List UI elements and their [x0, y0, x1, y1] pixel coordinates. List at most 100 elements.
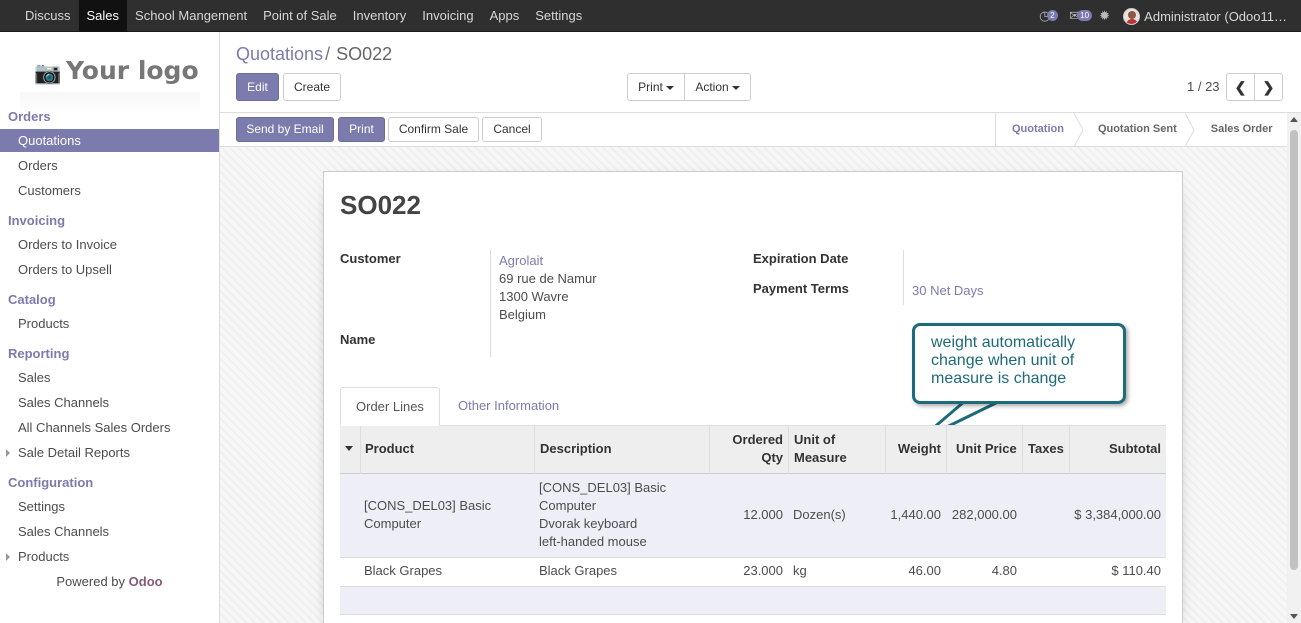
field-divider [490, 250, 491, 357]
sidebar-item-sales[interactable]: Sales [0, 366, 219, 389]
sidebar-item-products[interactable]: Products [0, 312, 219, 335]
debug-bug-icon[interactable]: ✹ [1099, 9, 1113, 23]
column-divider [360, 426, 361, 474]
column-divider [534, 426, 535, 474]
scrollbar-thumb[interactable] [1290, 130, 1298, 570]
pager-next-button[interactable]: ❯ [1254, 73, 1283, 101]
name-label: Name [340, 332, 376, 347]
messages-chat-icon[interactable]: ✉ 10 [1069, 9, 1093, 23]
menu-settings[interactable]: Settings [527, 0, 590, 32]
stage-sales-order[interactable]: Sales Order [1195, 113, 1291, 146]
sort-caret-icon[interactable] [345, 445, 355, 453]
column-header-unit-price[interactable]: Unit Price [956, 440, 1017, 458]
stage-arrow-divider [1184, 113, 1195, 147]
activity-count-badge: 2 [1047, 10, 1058, 21]
sidebar-section-invoicing: Invoicing [8, 213, 66, 228]
odoo-link[interactable]: Odoo [129, 574, 163, 589]
cell-subtotal: $ 3,384,000.00 [1074, 507, 1161, 522]
column-header-line: Measure [794, 450, 847, 465]
cancel-button[interactable]: Cancel [482, 117, 542, 142]
column-header-unit-of-measure[interactable]: Unit of Measure [794, 431, 847, 467]
payment-terms-link[interactable]: 30 Net Days [912, 283, 984, 298]
menu-discuss[interactable]: Discuss [17, 0, 79, 32]
scroll-down-icon[interactable] [1290, 614, 1298, 619]
scroll-up-icon[interactable] [1290, 117, 1298, 122]
camera-icon: 📷 [34, 60, 62, 85]
column-header-description[interactable]: Description [540, 440, 612, 458]
menu-inventory[interactable]: Inventory [345, 0, 414, 32]
customer-label: Customer [340, 251, 401, 266]
column-header-subtotal[interactable]: Subtotal [1072, 440, 1161, 458]
pager-previous-button[interactable]: ❮ [1226, 73, 1255, 101]
pager-value[interactable]: 1 / 23 [1187, 79, 1220, 94]
stage-quotation-sent[interactable]: Quotation Sent [1082, 113, 1195, 146]
sidebar-item-orders-to-invoice[interactable]: Orders to Invoice [0, 233, 219, 256]
column-header-ordered-qty[interactable]: Ordered Qty [712, 431, 783, 467]
sidebar-section-orders: Orders [8, 109, 51, 124]
cell-line: Computer [364, 516, 422, 531]
column-header-product[interactable]: Product [365, 440, 414, 458]
cell-description: Black Grapes [539, 563, 618, 578]
column-divider [1022, 426, 1023, 474]
sidebar-item-sale-detail-reports[interactable]: Sale Detail Reports [0, 441, 219, 464]
cell-product: [CONS_DEL03] Basic Computer [364, 497, 529, 533]
column-divider [1069, 426, 1070, 474]
sidebar-item-orders[interactable]: Orders [0, 154, 219, 177]
caret-down-icon [731, 85, 740, 90]
cell-line: Dvorak keyboard [539, 516, 638, 531]
record-title: SO022 [340, 190, 421, 220]
activity-clock-icon[interactable]: ◷ 2 [1039, 9, 1059, 23]
action-dropdown-label: Action [695, 80, 729, 94]
confirm-sale-button[interactable]: Confirm Sale [388, 117, 479, 142]
tab-other-information[interactable]: Other Information [443, 387, 574, 426]
cell-weight: 1,440.00 [890, 507, 941, 522]
sidebar-section-catalog: Catalog [8, 292, 56, 307]
cell-ordered-qty: 12.000 [743, 507, 783, 522]
sidebar-item-settings[interactable]: Settings [0, 495, 219, 518]
breadcrumb-quotations[interactable]: Quotations [236, 44, 323, 64]
print-dropdown[interactable]: Print [627, 73, 685, 101]
print-button[interactable]: Print [338, 117, 385, 142]
tab-order-lines[interactable]: Order Lines [340, 387, 440, 426]
menu-sales[interactable]: Sales [78, 0, 128, 32]
menu-school-mangement[interactable]: School Mangement [127, 0, 255, 32]
user-menu[interactable]: Administrator (Odoo11… [1144, 9, 1287, 24]
create-button[interactable]: Create [283, 73, 341, 101]
sidebar-item-config-products[interactable]: Products [0, 545, 219, 568]
cell-line: [CONS_DEL03] Basic [539, 480, 667, 495]
sidebar-item-config-sales-channels[interactable]: Sales Channels [0, 520, 219, 543]
customer-link[interactable]: Agrolait [499, 253, 543, 268]
sidebar-item-quotations[interactable]: Quotations [0, 129, 219, 152]
menu-invoicing[interactable]: Invoicing [414, 0, 481, 32]
action-dropdown[interactable]: Action [684, 73, 751, 101]
sidebar-item-customers[interactable]: Customers [0, 179, 219, 202]
cell-subtotal: $ 110.40 [1111, 563, 1161, 578]
sidebar-item-all-channels-sales-orders[interactable]: All Channels Sales Orders [0, 416, 219, 439]
stage-quotation[interactable]: Quotation [996, 113, 1082, 146]
cell-unit-of-measure: Dozen(s) [793, 507, 846, 522]
app-menu: Discuss Sales School Mangement Point of … [17, 0, 590, 32]
menu-point-of-sale[interactable]: Point of Sale [255, 0, 345, 32]
column-divider [946, 426, 947, 474]
payment-terms-label: Payment Terms [753, 281, 849, 296]
cell-product: Black Grapes [364, 563, 443, 578]
user-avatar[interactable] [1123, 7, 1141, 25]
column-header-line: Unit of [794, 432, 836, 447]
cell-line: left-handed mouse [539, 534, 647, 549]
menu-apps[interactable]: Apps [482, 0, 528, 32]
sidebar-item-sales-channels[interactable]: Sales Channels [0, 391, 219, 414]
table-empty-row[interactable] [340, 587, 1166, 615]
cell-ordered-qty: 23.000 [743, 563, 783, 578]
breadcrumb: Quotations / SO022 [236, 44, 392, 65]
cell-line: [CONS_DEL03] Basic [364, 498, 492, 513]
sidebar-item-orders-to-upsell[interactable]: Orders to Upsell [0, 258, 219, 281]
breadcrumb-current: SO022 [336, 44, 393, 64]
scrollbar[interactable] [1287, 113, 1301, 623]
column-header-weight[interactable]: Weight [888, 440, 941, 458]
send-by-email-button[interactable]: Send by Email [236, 117, 334, 142]
sidebar-item-label: Sale Detail Reports [18, 445, 130, 460]
column-header-taxes[interactable]: Taxes [1028, 440, 1064, 458]
column-divider [885, 426, 886, 474]
edit-button[interactable]: Edit [236, 73, 279, 101]
caret-down-icon [665, 85, 674, 90]
